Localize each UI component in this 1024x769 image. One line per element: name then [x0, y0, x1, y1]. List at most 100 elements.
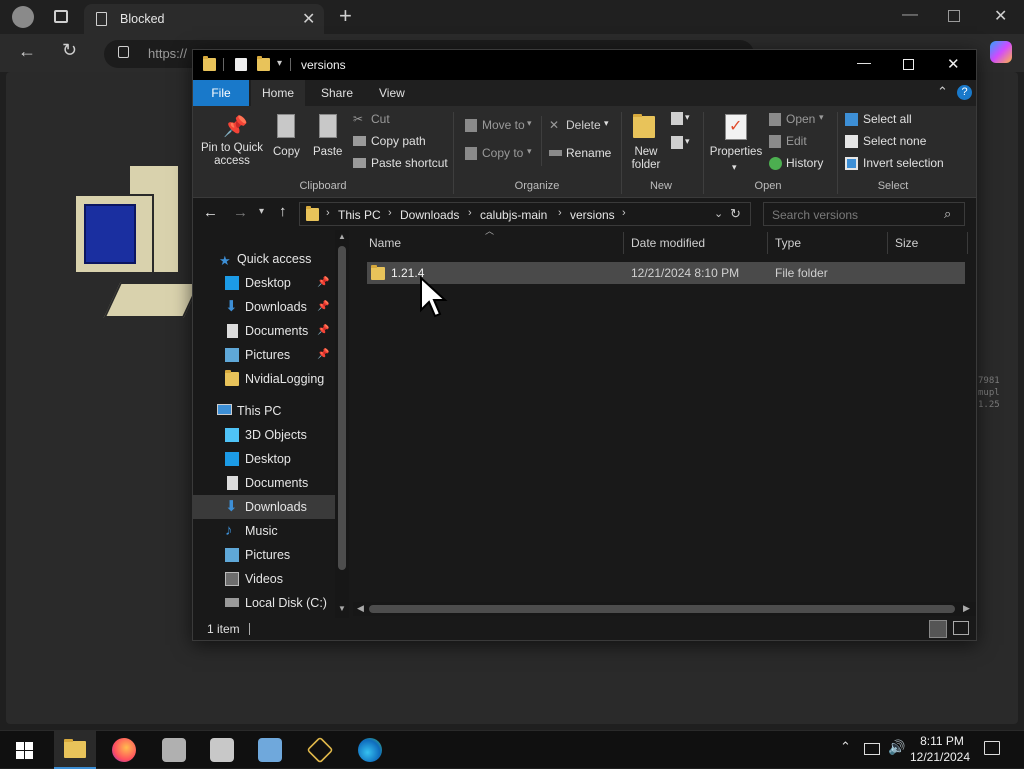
pin-to-quick-access-button[interactable]: 📌 Pin to Quick access: [199, 110, 265, 172]
nav-desktop[interactable]: Desktop: [193, 447, 348, 471]
table-row[interactable]: 1.21.4 12/21/2024 8:10 PM File folder: [367, 262, 965, 284]
nav-3d-objects[interactable]: 3D Objects: [193, 423, 348, 447]
easy-access-button[interactable]: ▾: [671, 136, 693, 154]
nav-quick-nvidialogging[interactable]: NvidiaLogging: [193, 367, 348, 391]
new-item-button[interactable]: ▾: [671, 112, 693, 130]
details-view-icon[interactable]: [929, 620, 947, 638]
help-icon[interactable]: ?: [957, 85, 972, 100]
notification-icon[interactable]: [984, 741, 1000, 755]
column-date-modified[interactable]: Date modified: [631, 230, 705, 256]
tab-home[interactable]: Home: [251, 80, 305, 106]
nav-scroll-thumb[interactable]: [338, 246, 346, 570]
start-icon[interactable]: [16, 742, 33, 759]
new-tab-icon[interactable]: +: [339, 3, 352, 29]
pin-icon[interactable]: 📌: [317, 319, 329, 343]
app-icon[interactable]: [162, 738, 186, 762]
scroll-up-icon[interactable]: ▲: [338, 232, 346, 241]
file-explorer-taskbar-button[interactable]: [54, 731, 96, 769]
clock-time[interactable]: 8:11 PM: [912, 734, 972, 748]
properties-button[interactable]: ✓ Properties ▾: [707, 110, 765, 176]
cut-label: Cut: [371, 112, 390, 126]
pin-icon[interactable]: 📌: [317, 271, 329, 295]
easy-access-icon: [671, 136, 683, 149]
column-divider[interactable]: [887, 232, 888, 254]
minimize-icon[interactable]: —: [902, 6, 918, 24]
back-icon[interactable]: ←: [18, 41, 36, 62]
scroll-down-icon[interactable]: ▼: [338, 604, 346, 613]
up-icon[interactable]: ↑: [279, 203, 287, 220]
app-icon[interactable]: [258, 738, 282, 762]
browser-tab-blocked[interactable]: Blocked ✕: [84, 4, 324, 34]
nav-pictures[interactable]: Pictures: [193, 543, 348, 567]
nav-this-pc[interactable]: This PC: [193, 399, 348, 423]
close-window-icon[interactable]: ✕: [994, 6, 1007, 26]
column-divider[interactable]: [967, 232, 968, 254]
collapse-ribbon-icon[interactable]: ⌃: [937, 84, 948, 100]
delete-dropdown-icon: ▾: [604, 118, 609, 128]
nav-downloads[interactable]: ⬇ Downloads: [193, 495, 348, 519]
edge-icon[interactable]: [358, 738, 382, 762]
column-divider[interactable]: [623, 232, 624, 254]
clock-date[interactable]: 12/21/2024: [906, 750, 974, 764]
tab-close-icon[interactable]: ✕: [302, 9, 315, 29]
back-icon[interactable]: ←: [203, 204, 218, 221]
network-icon[interactable]: [864, 743, 880, 755]
maximize-icon[interactable]: [903, 59, 914, 70]
scroll-left-icon[interactable]: ◀: [357, 603, 364, 614]
tab-file[interactable]: File: [193, 80, 249, 106]
forward-icon[interactable]: →: [233, 204, 248, 221]
search-icon[interactable]: ⌕: [944, 206, 951, 222]
profile-avatar[interactable]: [12, 6, 34, 28]
restore-icon[interactable]: [948, 10, 960, 22]
paste-button[interactable]: Paste: [311, 110, 347, 166]
crumb-calubjs-main[interactable]: calubjs-main: [480, 208, 547, 222]
pin-icon[interactable]: 📌: [317, 295, 329, 319]
crumb-versions[interactable]: versions: [570, 208, 615, 222]
recent-locations-icon[interactable]: ▾: [259, 206, 264, 217]
nav-quick-pictures[interactable]: Pictures 📌: [193, 343, 348, 367]
nav-quick-access[interactable]: ★ Quick access: [193, 247, 348, 271]
search-box[interactable]: Search versions ⌕: [763, 202, 965, 226]
nav-music[interactable]: ♪ Music: [193, 519, 348, 543]
browser-tab-strip: Blocked ✕ + — ✕: [0, 0, 1024, 34]
ribbon: 📌 Pin to Quick access Copy Paste ✂ Cut C…: [193, 106, 976, 198]
nav-videos[interactable]: Videos: [193, 567, 348, 591]
horizontal-scrollbar[interactable]: ◀ ▶: [353, 602, 976, 616]
address-box[interactable]: › This PC › Downloads › calubjs-main › v…: [299, 202, 751, 226]
minimize-icon[interactable]: —: [857, 54, 871, 70]
nav-quick-documents[interactable]: Documents 📌: [193, 319, 348, 343]
column-type[interactable]: Type: [775, 230, 801, 256]
properties-quick-icon[interactable]: [235, 58, 247, 71]
tab-actions-icon[interactable]: [54, 10, 68, 23]
app-icon[interactable]: [306, 736, 334, 764]
new-folder-button[interactable]: New folder: [625, 110, 667, 172]
crumb-this-pc[interactable]: This PC: [338, 208, 381, 222]
scroll-right-icon[interactable]: ▶: [963, 603, 970, 614]
copilot-icon[interactable]: [990, 41, 1012, 63]
column-name[interactable]: Name: [369, 230, 401, 256]
column-size[interactable]: Size: [895, 230, 918, 256]
nav-quick-downloads[interactable]: ⬇ Downloads 📌: [193, 295, 348, 319]
firefox-icon[interactable]: [112, 738, 136, 762]
tab-share[interactable]: Share: [311, 80, 363, 106]
nav-documents[interactable]: Documents: [193, 471, 348, 495]
crumb-downloads[interactable]: Downloads: [400, 208, 459, 222]
refresh-icon[interactable]: ↻: [62, 40, 77, 61]
nav-scrollbar[interactable]: ▲ ▼: [335, 230, 349, 618]
address-dropdown-icon[interactable]: ⌄: [714, 207, 723, 220]
column-divider[interactable]: [767, 232, 768, 254]
new-folder-quick-icon[interactable]: [257, 56, 270, 71]
nav-local-disk[interactable]: Local Disk (C:): [193, 591, 348, 615]
app-icon[interactable]: [210, 738, 234, 762]
large-icons-view-icon[interactable]: [953, 621, 969, 635]
show-hidden-icons[interactable]: ⌃: [840, 739, 851, 755]
close-icon[interactable]: ✕: [947, 55, 960, 73]
pin-icon[interactable]: 📌: [317, 343, 329, 367]
volume-icon[interactable]: 🔊: [888, 739, 905, 756]
refresh-icon[interactable]: ↻: [730, 206, 741, 222]
horizontal-scroll-thumb[interactable]: [369, 605, 955, 613]
copy-button[interactable]: Copy: [269, 110, 305, 166]
nav-quick-desktop[interactable]: Desktop 📌: [193, 271, 348, 295]
quick-access-dropdown-icon[interactable]: ▾: [277, 58, 282, 69]
tab-view[interactable]: View: [369, 80, 415, 106]
